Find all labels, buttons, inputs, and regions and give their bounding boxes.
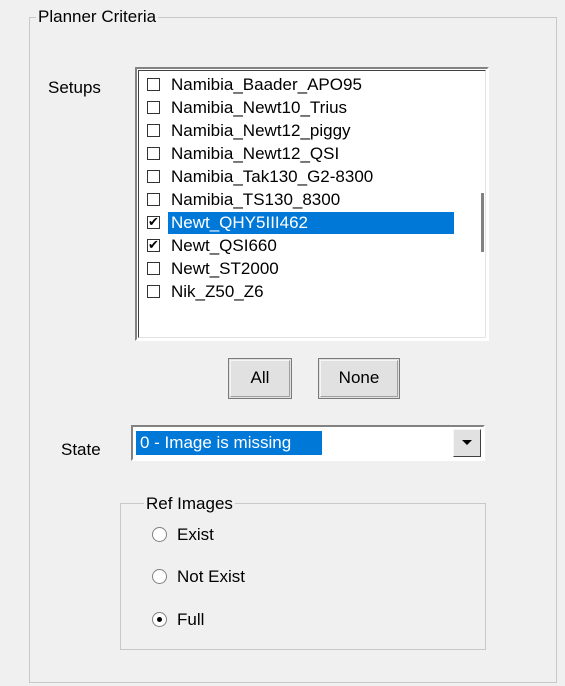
setup-label: Nik_Z50_Z6 [171, 282, 264, 301]
setup-list-item[interactable]: Namibia_TS130_8300 [139, 190, 479, 213]
state-value: 0 - Image is missing [136, 431, 322, 455]
planner-criteria-title: Planner Criteria [36, 7, 159, 27]
setup-checkbox[interactable] [147, 170, 160, 183]
setup-label: Namibia_Tak130_G2-8300 [171, 167, 374, 186]
setups-list: Namibia_Baader_APO95 Namibia_Newt10_Trius… [138, 70, 486, 338]
setup-list-item[interactable]: Namibia_Newt10_Trius [139, 98, 479, 121]
all-button-label: All [250, 368, 270, 387]
setup-list-item[interactable]: ✔ Newt_QSI660 [139, 236, 479, 259]
radio-label: Exist [177, 525, 214, 544]
radio-button[interactable] [152, 612, 167, 627]
none-button[interactable]: None [318, 358, 400, 399]
setup-list-item[interactable]: Namibia_Newt12_QSI [139, 144, 479, 167]
radio-button[interactable] [152, 527, 167, 542]
setup-label: Newt_ST2000 [171, 259, 279, 278]
setup-label: Namibia_Newt10_Trius [171, 98, 348, 117]
setup-label: Namibia_Newt12_QSI [171, 144, 340, 163]
radio-label: Not Exist [177, 567, 246, 586]
state-combobox[interactable]: 0 - Image is missing [131, 425, 485, 461]
ref-images-group [120, 503, 486, 650]
ref-images-title: Ref Images [144, 494, 235, 514]
setup-list-item[interactable]: Newt_ST2000 [139, 259, 479, 282]
setup-label: Namibia_Newt12_piggy [171, 121, 351, 140]
radio-selected-dot [157, 617, 162, 622]
setup-label: Newt_QSI660 [171, 236, 277, 255]
none-button-label: None [338, 368, 380, 387]
setup-checkbox[interactable] [147, 193, 160, 206]
setup-checkbox[interactable]: ✔ [147, 216, 160, 229]
radio-button[interactable] [152, 569, 167, 584]
setup-checkbox[interactable] [147, 285, 160, 298]
setup-checkbox[interactable] [147, 101, 160, 114]
radio-label: Full [177, 610, 205, 629]
chevron-down-icon[interactable] [453, 429, 481, 457]
setup-checkbox[interactable]: ✔ [147, 239, 160, 252]
setup-label: Newt_QHY5III462 [168, 212, 454, 234]
setup-checkbox[interactable] [147, 78, 160, 91]
setup-list-item[interactable]: Namibia_Baader_APO95 [139, 75, 479, 98]
setup-list-item[interactable]: Namibia_Tak130_G2-8300 [139, 167, 479, 190]
setups-scrollbar[interactable] [481, 193, 484, 252]
setup-list-item[interactable]: Nik_Z50_Z6 [139, 282, 479, 305]
setup-label: Namibia_TS130_8300 [171, 190, 341, 209]
setup-checkbox[interactable] [147, 262, 160, 275]
setup-checkbox[interactable] [147, 124, 160, 137]
all-button[interactable]: All [228, 358, 292, 399]
setup-list-item[interactable]: ✔ Newt_QHY5III462 [139, 212, 479, 236]
setups-listbox[interactable]: Namibia_Baader_APO95 Namibia_Newt10_Trius… [135, 67, 489, 341]
setups-label: Setups [48, 78, 101, 97]
setup-label: Namibia_Baader_APO95 [171, 75, 362, 94]
state-label: State [61, 440, 101, 459]
setup-checkbox[interactable] [147, 147, 160, 160]
setup-list-item[interactable]: Namibia_Newt12_piggy [139, 121, 479, 144]
